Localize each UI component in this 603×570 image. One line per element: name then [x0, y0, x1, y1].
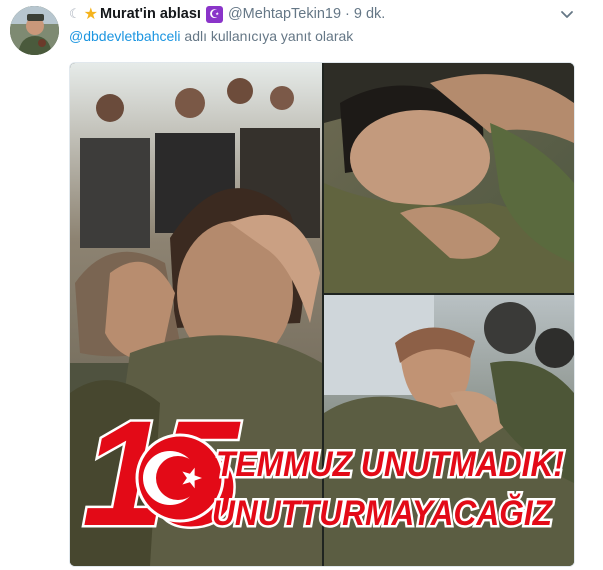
tweet-header: ☾ ★ Murat'in ablası ☪ @MehtapTekin19 · 9… [69, 4, 385, 24]
separator-dot: · [345, 6, 350, 22]
banner-line-2: UNUTTURMAYACAĞIZ [212, 493, 553, 533]
collage-image: 15 TEMMUZ UNUTMADIK! UNUTTURMAYACAĞIZ [70, 63, 574, 566]
crescent-moon-icon: ☾ [69, 6, 81, 21]
tweet-media-image[interactable]: 15 TEMMUZ UNUTMADIK! UNUTTURMAYACAĞIZ [69, 62, 575, 567]
star-icon: ★ [83, 6, 98, 23]
crescent-star-emblem [135, 433, 225, 523]
tweet-timestamp[interactable]: 9 dk. [354, 6, 385, 22]
reply-context: @dbdevletbahceli adlı kullanıcıya yanıt … [69, 28, 353, 44]
avatar[interactable] [10, 6, 59, 55]
photo-top-right [324, 63, 574, 293]
user-handle[interactable]: @MehtapTekin19 [228, 6, 341, 22]
crescent-badge-icon: ☪ [205, 5, 223, 23]
avatar-image [10, 6, 59, 55]
chevron-down-icon[interactable] [558, 5, 576, 23]
reply-mention-link[interactable]: @dbdevletbahceli [69, 28, 181, 44]
banner-line-1: TEMMUZ UNUTMADIK! [216, 445, 564, 484]
reply-context-text: adlı kullanıcıya yanıt olarak [184, 28, 354, 44]
display-name[interactable]: Murat'in ablası [100, 6, 201, 22]
